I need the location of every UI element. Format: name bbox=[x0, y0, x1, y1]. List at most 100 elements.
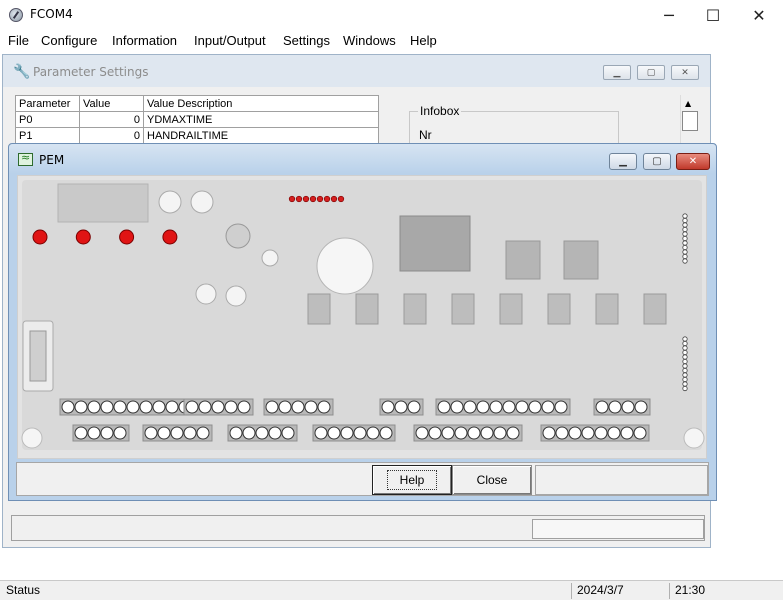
parameter-settings-title: Parameter Settings bbox=[33, 65, 149, 79]
menu-windows[interactable]: Windows bbox=[343, 33, 396, 48]
menu-information[interactable]: Information bbox=[112, 33, 177, 48]
connector-pin bbox=[634, 400, 648, 414]
connector-pin bbox=[100, 400, 114, 414]
connector-pin bbox=[480, 426, 494, 440]
connector-pin bbox=[100, 426, 114, 440]
connector-pin bbox=[541, 400, 555, 414]
connector-pin bbox=[379, 426, 393, 440]
help-button[interactable]: Help bbox=[372, 465, 452, 495]
capacitor bbox=[225, 285, 247, 307]
menu-input-output[interactable]: Input/Output bbox=[194, 33, 266, 48]
parameter-bottom-panel bbox=[532, 519, 704, 539]
header-pin bbox=[682, 222, 688, 228]
connector-pin bbox=[489, 400, 503, 414]
connector-pin bbox=[317, 400, 331, 414]
mounting-hole bbox=[683, 427, 705, 449]
driver-chip bbox=[451, 293, 475, 325]
connector-pin bbox=[554, 400, 568, 414]
header-pin bbox=[682, 367, 688, 374]
connector-pin bbox=[463, 400, 477, 414]
connector-pin bbox=[366, 426, 380, 440]
pem-maximize-button[interactable]: ▢ bbox=[643, 153, 671, 170]
value-cell[interactable]: 0 bbox=[79, 127, 144, 144]
connector-pin bbox=[268, 426, 282, 440]
parameter-table: Parameter Value Value Description P0 0 Y… bbox=[15, 95, 379, 144]
scroll-up-icon[interactable]: ▲ bbox=[685, 99, 691, 108]
connector-pin bbox=[594, 426, 608, 440]
header-pin bbox=[682, 340, 688, 347]
header-pin bbox=[682, 226, 688, 233]
pem-titlebar[interactable]: PEM ▁ ▢ ✕ bbox=[9, 144, 716, 174]
led-indicator bbox=[323, 195, 331, 203]
connector-pin bbox=[314, 426, 328, 440]
connector-pin bbox=[476, 400, 490, 414]
connector-pin bbox=[506, 426, 520, 440]
description-cell[interactable]: HANDRAILTIME bbox=[143, 127, 379, 144]
description-cell[interactable]: YDMAXTIME bbox=[143, 111, 379, 128]
connector-pin bbox=[229, 426, 243, 440]
menu-bar: File Configure Information Input/Output … bbox=[0, 30, 783, 52]
close-button[interactable]: ✕ bbox=[736, 0, 782, 30]
help-button-label: Help bbox=[386, 470, 438, 490]
pem-title: PEM bbox=[39, 153, 65, 167]
column-header[interactable]: Value bbox=[79, 95, 144, 112]
header-pin bbox=[682, 354, 688, 360]
menu-configure[interactable]: Configure bbox=[41, 33, 97, 48]
led-indicator bbox=[288, 195, 296, 203]
menu-file[interactable]: File bbox=[8, 33, 29, 48]
param-cell[interactable]: P1 bbox=[15, 127, 80, 144]
scroll-thumb[interactable] bbox=[682, 111, 698, 131]
capacitor bbox=[190, 190, 214, 214]
pem-window[interactable]: PEM ▁ ▢ ✕ bbox=[8, 143, 717, 501]
connector-pin bbox=[441, 426, 455, 440]
battery-cell bbox=[316, 237, 374, 295]
param-close-button[interactable]: ✕ bbox=[671, 65, 699, 80]
status-bar: Status 2024/3/7 21:30 bbox=[0, 580, 783, 600]
capacitor bbox=[158, 190, 182, 214]
serial-port-socket bbox=[29, 330, 47, 382]
connector-pin bbox=[74, 400, 88, 414]
column-header[interactable]: Parameter bbox=[15, 95, 80, 112]
header-pin bbox=[682, 231, 688, 237]
header-pin bbox=[682, 213, 688, 219]
processor-chip bbox=[399, 215, 471, 272]
param-maximize-button[interactable]: ▢ bbox=[637, 65, 665, 80]
red-indicator-light bbox=[162, 229, 178, 245]
led-indicator bbox=[316, 195, 324, 203]
param-minimize-button[interactable]: ▁ bbox=[603, 65, 631, 80]
pem-minimize-button[interactable]: ▁ bbox=[609, 153, 637, 170]
connector-pin bbox=[291, 400, 305, 414]
display-module bbox=[57, 183, 149, 223]
connector-pin bbox=[607, 426, 621, 440]
infobox-label: Infobox bbox=[418, 104, 462, 118]
connector-pin bbox=[87, 400, 101, 414]
pem-close-button[interactable]: ✕ bbox=[676, 153, 710, 170]
chip bbox=[563, 240, 599, 280]
connector-pin bbox=[515, 400, 529, 414]
driver-chip bbox=[307, 293, 331, 325]
menu-help[interactable]: Help bbox=[410, 33, 437, 48]
column-header[interactable]: Value Description bbox=[143, 95, 379, 112]
header-pin bbox=[682, 372, 688, 378]
connector-pin bbox=[126, 400, 140, 414]
minimize-button[interactable]: ─ bbox=[646, 0, 692, 30]
close-pem-button[interactable]: Close bbox=[452, 465, 532, 495]
connector-pin bbox=[139, 400, 153, 414]
header-pin bbox=[682, 345, 688, 351]
value-cell[interactable]: 0 bbox=[79, 111, 144, 128]
app-icon bbox=[9, 8, 23, 22]
maximize-button[interactable]: ☐ bbox=[690, 0, 736, 30]
table-row[interactable]: P1 0 HANDRAILTIME bbox=[15, 127, 379, 144]
led-indicator bbox=[302, 195, 310, 203]
status-date: 2024/3/7 bbox=[571, 583, 667, 599]
connector-pin bbox=[581, 426, 595, 440]
param-cell[interactable]: P0 bbox=[15, 111, 80, 128]
connector-pin bbox=[61, 400, 75, 414]
connector-pin bbox=[437, 400, 451, 414]
pem-footer-panel bbox=[535, 465, 708, 495]
parameter-settings-titlebar[interactable]: 🔧 Parameter Settings ▁ ▢ ✕ bbox=[3, 55, 710, 87]
connector-pin bbox=[428, 426, 442, 440]
connector-pin bbox=[113, 400, 127, 414]
menu-settings[interactable]: Settings bbox=[283, 33, 330, 48]
table-row[interactable]: P0 0 YDMAXTIME bbox=[15, 111, 379, 128]
